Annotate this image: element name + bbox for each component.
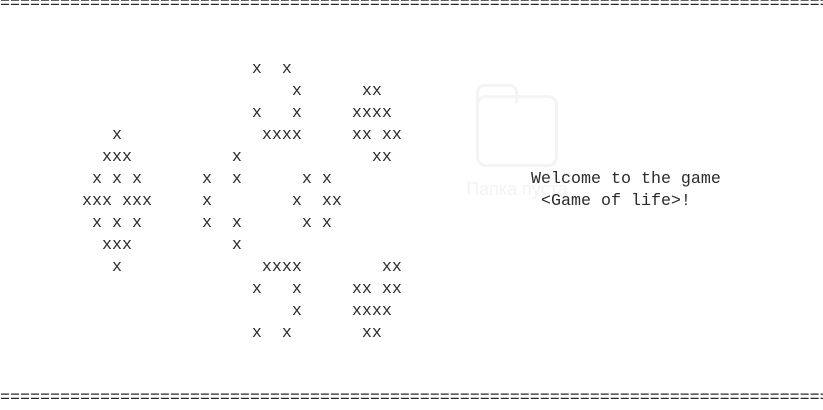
folder-icon (476, 84, 558, 167)
grid-row: x xxxx (82, 302, 392, 321)
welcome-line-1: Welcome to the game (531, 170, 721, 189)
top-separator: ========================================… (0, 0, 823, 14)
grid-row: x x xx xx (82, 280, 402, 299)
grid-row: x x x x x x x (82, 170, 332, 189)
grid-row: x xx (82, 82, 382, 101)
grid-row: xxx x xx (82, 148, 392, 167)
welcome-message: Welcome to the game <Game of life>! (531, 169, 721, 213)
grid-row: xxx x (82, 236, 242, 255)
grid-row: x x xx (82, 324, 382, 343)
grid-row: xxx xxx x x xx (82, 192, 342, 211)
grid-row: x x x x x x x (82, 214, 332, 233)
bottom-separator: ========================================… (0, 389, 823, 408)
game-grid: x x x xx x x xxxx x xxxx xx xx xxx x xx … (82, 59, 402, 345)
grid-row: x x (82, 60, 292, 79)
grid-row: x xxxx xx xx (82, 126, 402, 145)
grid-row: x x xxxx (82, 104, 392, 123)
grid-row: x xxxx xx (82, 258, 402, 277)
welcome-line-2: <Game of life>! (531, 192, 691, 211)
